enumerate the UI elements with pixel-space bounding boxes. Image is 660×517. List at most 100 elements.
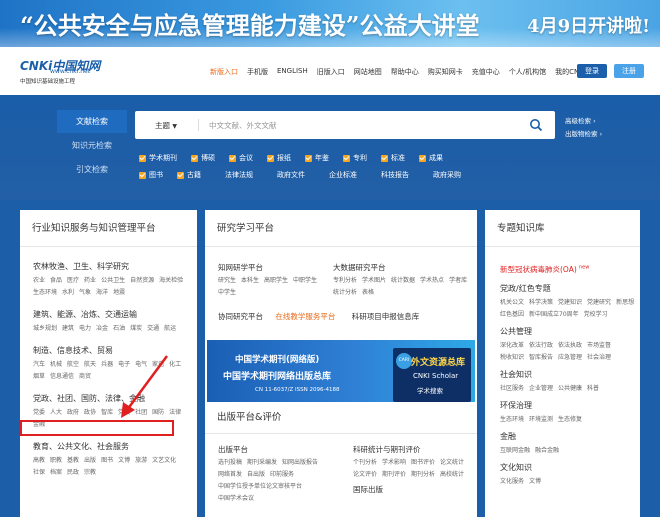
- resource-checkbox[interactable]: 学术期刊: [139, 153, 177, 163]
- category-item-link[interactable]: 政府: [67, 409, 79, 416]
- evaluation-title[interactable]: 科研统计与期刊评价: [353, 444, 471, 455]
- category-item-link[interactable]: 电力: [79, 325, 91, 332]
- item-link[interactable]: 统计分析: [333, 289, 357, 296]
- item-link[interactable]: 学术影响: [382, 459, 406, 466]
- category-item-link[interactable]: 地震: [113, 289, 125, 296]
- topic-item-link[interactable]: 依法行政: [529, 342, 553, 349]
- category-item-link[interactable]: 建筑: [62, 325, 74, 332]
- topic-item-link[interactable]: 新中国成立70周年: [529, 311, 579, 318]
- item-link[interactable]: 学者库: [449, 277, 467, 284]
- topic-item-link[interactable]: 智库报告: [529, 354, 553, 361]
- resource-checkbox[interactable]: 法律法规: [215, 170, 253, 180]
- category-item-link[interactable]: 图书: [101, 457, 113, 464]
- category-item-link[interactable]: 文艺文化: [152, 457, 176, 464]
- publication-search-link[interactable]: 出版物检索 ›: [565, 128, 602, 141]
- category-item-link[interactable]: 出版: [84, 457, 96, 464]
- online-teaching-link[interactable]: 在线教学服务平台: [275, 312, 335, 321]
- resource-checkbox[interactable]: 图书: [139, 170, 163, 180]
- category-item-link[interactable]: 农业: [33, 277, 45, 284]
- resource-checkbox[interactable]: 政府采购: [423, 170, 461, 180]
- item-link[interactable]: 学术热点: [420, 277, 444, 284]
- nav-sitemap[interactable]: 网站地图: [354, 67, 382, 77]
- category-item-link[interactable]: 基教: [67, 457, 79, 464]
- category-item-link[interactable]: 食品: [50, 277, 62, 284]
- category-item-link[interactable]: 海洋: [96, 289, 108, 296]
- topic-item-link[interactable]: 生态修复: [558, 416, 582, 423]
- topic-item-link[interactable]: 文博: [529, 478, 541, 485]
- resource-checkbox[interactable]: 企业标准: [319, 170, 357, 180]
- item-link[interactable]: 印前服务: [270, 471, 294, 478]
- item-link[interactable]: 中国学位授予单位论文审核平台: [218, 483, 302, 490]
- topic-item-link[interactable]: 互联网金融: [500, 447, 530, 454]
- category-item-link[interactable]: 冶金: [96, 325, 108, 332]
- category-item-link[interactable]: 城乡规划: [33, 325, 57, 332]
- item-link[interactable]: 期刊分析: [411, 471, 435, 478]
- item-link[interactable]: 中职学生: [293, 277, 317, 284]
- item-link[interactable]: 中国学术会议: [218, 495, 254, 502]
- login-button[interactable]: 登录: [577, 64, 607, 78]
- yanxue-title[interactable]: 知网研学平台: [218, 262, 328, 273]
- resource-checkbox[interactable]: 古籍: [177, 170, 201, 180]
- resource-checkbox[interactable]: 专利: [343, 153, 367, 163]
- topic-group-title[interactable]: 文化知识: [500, 462, 640, 473]
- item-link[interactable]: 本科生: [241, 277, 259, 284]
- category-item-link[interactable]: 公共卫生: [101, 277, 125, 284]
- cnki-logo[interactable]: CNKi中国知网 www.cnki.net 中国知识基础设施工程: [20, 57, 105, 87]
- category-item-link[interactable]: 气象: [79, 289, 91, 296]
- resource-checkbox[interactable]: 标准: [381, 153, 405, 163]
- item-link[interactable]: 个刊分析: [353, 459, 377, 466]
- item-link[interactable]: 高职学生: [264, 277, 288, 284]
- search-icon[interactable]: [529, 118, 543, 132]
- topic-item-link[interactable]: 生态环境: [500, 416, 524, 423]
- category-item-link[interactable]: 政协: [84, 409, 96, 416]
- item-link[interactable]: 学术图片: [362, 277, 386, 284]
- category-item-link[interactable]: 烟草: [33, 373, 45, 380]
- category-item-link[interactable]: 航运: [164, 325, 176, 332]
- category-item-link[interactable]: 宗教: [84, 469, 96, 476]
- promo-banner[interactable]: “公共安全与应急管理能力建设”公益大讲堂 4月9日开讲啦!: [0, 0, 660, 47]
- topic-group-title[interactable]: 党政/红色专题: [500, 283, 640, 294]
- nav-buy-card[interactable]: 购买知网卡: [428, 67, 463, 77]
- category-item-link[interactable]: 海关检验: [159, 277, 183, 284]
- topic-item-link[interactable]: 融合金融: [535, 447, 559, 454]
- topic-item-link[interactable]: 党建研究: [587, 299, 611, 306]
- resource-checkbox[interactable]: 博硕: [191, 153, 215, 163]
- advanced-search-link[interactable]: 高级检索 ›: [565, 115, 602, 128]
- resource-checkbox[interactable]: 会议: [229, 153, 253, 163]
- topic-item-link[interactable]: 税收知识: [500, 354, 524, 361]
- topic-item-link[interactable]: 社会治理: [587, 354, 611, 361]
- item-link[interactable]: 选刊投稿: [218, 459, 242, 466]
- topic-item-link[interactable]: 新思想: [616, 299, 634, 306]
- topic-item-link[interactable]: 深化改革: [500, 342, 524, 349]
- category-item-link[interactable]: 社保: [33, 469, 45, 476]
- resource-checkbox[interactable]: 政府文件: [267, 170, 305, 180]
- topic-item-link[interactable]: 科普: [587, 385, 599, 392]
- register-button[interactable]: 注册: [614, 64, 644, 78]
- nav-old-entry[interactable]: 旧版入口: [317, 67, 345, 77]
- category-item-link[interactable]: 航空: [67, 361, 79, 368]
- item-link[interactable]: 中学生: [218, 289, 236, 296]
- item-link[interactable]: 专利分析: [333, 277, 357, 284]
- topic-item-link[interactable]: 环境监测: [529, 416, 553, 423]
- topic-group-title[interactable]: 公共管理: [500, 326, 640, 337]
- category-item-link[interactable]: 智库: [101, 409, 113, 416]
- category-title[interactable]: 教育、公共文化、社会服务: [33, 441, 197, 452]
- category-item-link[interactable]: 信息通信: [50, 373, 74, 380]
- publish-title[interactable]: 出版平台: [218, 444, 330, 455]
- journal-promo-banner[interactable]: 中国学术期刊(网络版) 中国学术期刊网络出版总库 CN 11-6037/Z IS…: [207, 340, 475, 407]
- covid-topic[interactable]: 新型冠状病毒肺炎(OA) new: [485, 264, 640, 275]
- item-link[interactable]: 期刊采编发: [247, 459, 277, 466]
- nav-english[interactable]: ENGLISH: [277, 67, 308, 77]
- topic-item-link[interactable]: 党建知识: [558, 299, 582, 306]
- category-item-link[interactable]: 水利: [62, 289, 74, 296]
- topic-item-link[interactable]: 党校学习: [584, 311, 608, 318]
- topic-group-title[interactable]: 金融: [500, 431, 640, 442]
- category-item-link[interactable]: 汽车: [33, 361, 45, 368]
- topic-item-link[interactable]: 企业管理: [529, 385, 553, 392]
- category-item-link[interactable]: 民政: [67, 469, 79, 476]
- nav-recharge[interactable]: 充值中心: [472, 67, 500, 77]
- item-link[interactable]: 网络首发: [218, 471, 242, 478]
- item-link[interactable]: 知网出版报告: [282, 459, 318, 466]
- category-item-link[interactable]: 石油: [113, 325, 125, 332]
- intl-publish-title[interactable]: 国际出版: [353, 484, 471, 495]
